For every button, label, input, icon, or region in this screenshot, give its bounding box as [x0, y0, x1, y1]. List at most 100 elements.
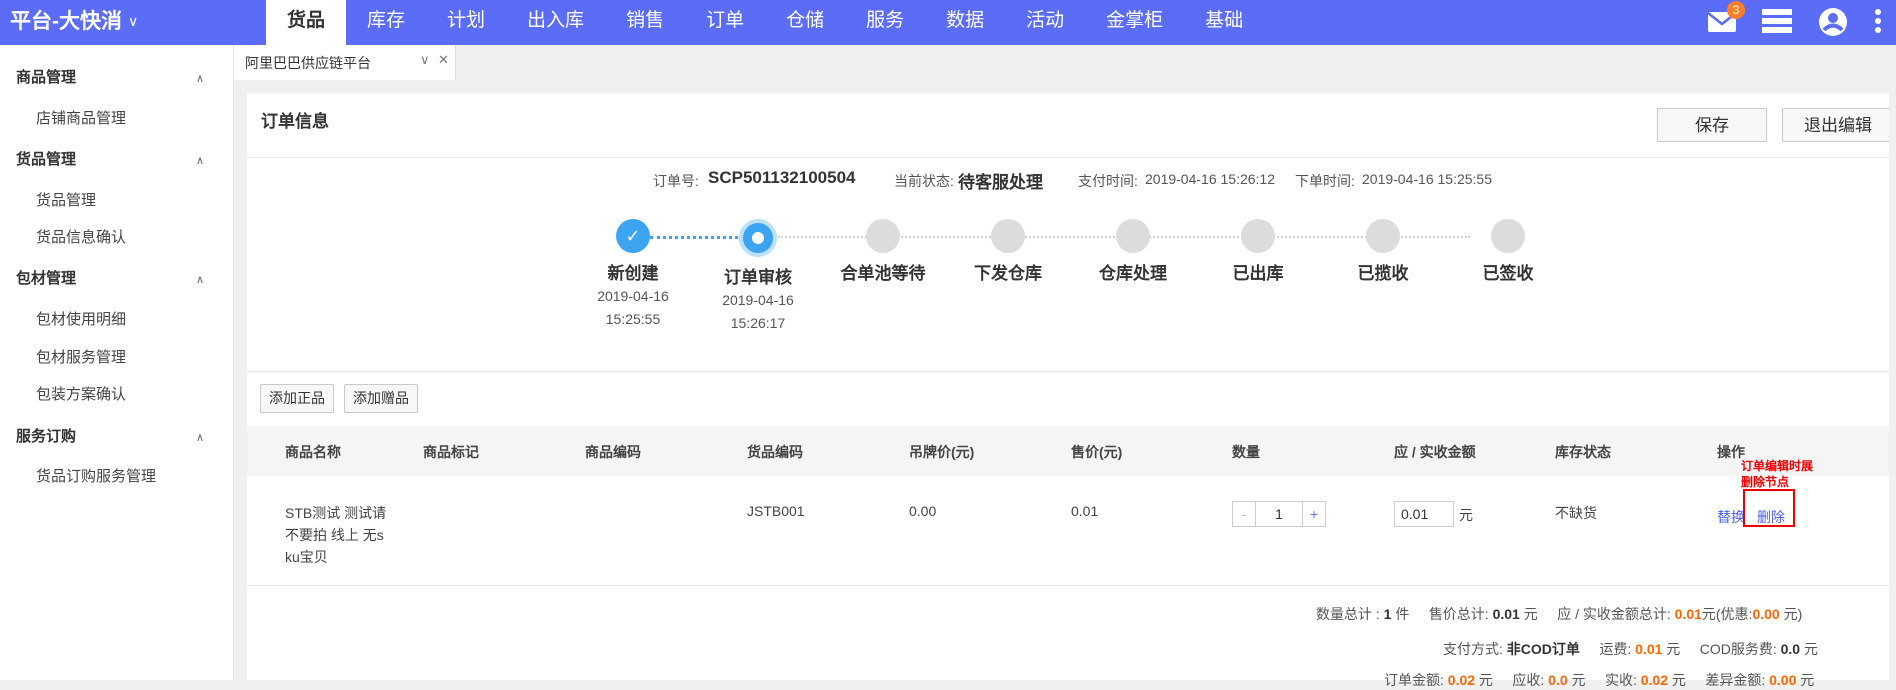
order-amount-value: 0.02: [1447, 672, 1476, 688]
server-list-icon[interactable]: [1761, 8, 1792, 36]
amount-unit: 元: [1459, 507, 1473, 523]
step-label: 合单池等待: [840, 264, 926, 283]
add-normal-item-button[interactable]: 添加正品: [260, 384, 334, 413]
divider: [247, 585, 1889, 586]
sale-total-value: 0.01: [1492, 606, 1520, 622]
amount-input[interactable]: 0.01: [1394, 501, 1454, 527]
cell-price: 0.01: [1071, 503, 1099, 519]
mail-badge: 3: [1727, 1, 1745, 19]
step-created: ✓ 新创建 2019-04-16 15:25:55: [573, 219, 693, 330]
sidebar-group-goods[interactable]: 货品管理 ∧: [16, 148, 204, 169]
nav-item-basic[interactable]: 基础: [1184, 0, 1264, 45]
pending-step-icon: [1241, 219, 1275, 253]
freight-value: 0.01: [1635, 641, 1663, 657]
nav-item-data[interactable]: 数据: [925, 0, 1005, 45]
nav-item-goods[interactable]: 货品: [266, 0, 347, 45]
tab-bar: 阿里巴巴供应链平台 ∨ ✕: [234, 45, 1896, 80]
summary-amounts: 订单金额: 0.02 元 应收: 0.0 元 实收: 0.02 元 差异金额: …: [1384, 670, 1814, 690]
sidebar-item-packaging-plan[interactable]: 包装方案确认: [36, 383, 126, 404]
order-amount-unit: 元: [1478, 672, 1493, 688]
delete-link[interactable]: 删除: [1757, 507, 1785, 527]
status-label: 当前状态:: [894, 173, 954, 189]
replace-link[interactable]: 替换: [1717, 507, 1745, 527]
divider: [247, 157, 1889, 158]
sidebar-item-store-product[interactable]: 店铺商品管理: [36, 107, 126, 128]
sidebar-group-subscription[interactable]: 服务订购 ∧: [16, 425, 204, 446]
step-shipped: 已出库: [1198, 219, 1318, 284]
mail-icon[interactable]: 3: [1707, 1, 1745, 36]
check-icon: ✓: [616, 219, 650, 253]
order-no-label: 订单号:: [653, 173, 699, 189]
qty-total-value: 1: [1383, 606, 1392, 622]
chevron-up-icon: ∧: [195, 432, 204, 444]
user-avatar-icon[interactable]: [1818, 8, 1848, 36]
freight-label: 运费:: [1599, 641, 1632, 657]
quantity-stepper: - 1 +: [1232, 501, 1326, 527]
vertical-scrollbar[interactable]: [1889, 45, 1896, 680]
sidebar-item-packaging-service[interactable]: 包材服务管理: [36, 346, 126, 367]
sidebar-item-goods-manage[interactable]: 货品管理: [36, 189, 96, 210]
tab-title: 阿里巴巴供应链平台: [245, 55, 371, 71]
nav-item-jinzhanggui[interactable]: 金掌柜: [1085, 0, 1184, 45]
nav-item-service[interactable]: 服务: [845, 0, 925, 45]
step-label: 已揽收: [1357, 264, 1409, 283]
step-review: 订单审核 2019-04-16 15:26:17: [698, 219, 818, 334]
annotation-note-line: 订单编辑时展: [1741, 459, 1814, 473]
order-time-label: 下单时间:: [1295, 173, 1355, 189]
divider: [247, 371, 1889, 372]
add-gift-item-button[interactable]: 添加赠品: [344, 384, 418, 413]
step-dispatch: 下发仓库: [948, 219, 1068, 284]
save-button[interactable]: 保存: [1657, 108, 1767, 142]
sidebar-group-packaging[interactable]: 包材管理 ∧: [16, 267, 204, 288]
sidebar-item-goods-subscription[interactable]: 货品订购服务管理: [36, 465, 156, 486]
brand-title: 平台-大快消: [10, 10, 122, 33]
more-vertical-icon[interactable]: [1874, 8, 1884, 36]
current-step-icon: [739, 219, 777, 257]
platform-switcher[interactable]: 平台-大快消 ∨: [10, 8, 138, 37]
quantity-input[interactable]: 1: [1255, 502, 1303, 526]
discount-value: 0.00: [1752, 606, 1780, 622]
nav-item-inventory[interactable]: 库存: [346, 0, 426, 45]
nav-item-plan[interactable]: 计划: [426, 0, 506, 45]
table-header: 商品名称 商品标记 商品编码 货品编码 吊牌价(元) 售价(元) 数量 应 / …: [247, 426, 1889, 476]
cell-product-name-line: ku宝贝: [285, 549, 328, 565]
nav-item-warehouse[interactable]: 仓储: [765, 0, 845, 45]
status-value: 待客服处理: [958, 173, 1043, 192]
nav-item-inout[interactable]: 出入库: [506, 0, 605, 45]
order-time-value: 2019-04-16 15:25:55: [1362, 171, 1492, 187]
chevron-up-icon: ∧: [195, 73, 204, 85]
qty-total-label: 数量总计 :: [1316, 606, 1380, 622]
sidebar-group-product[interactable]: 商品管理 ∧: [16, 66, 204, 87]
cod-fee-label: COD服务费:: [1699, 641, 1777, 657]
pending-step-icon: [1366, 219, 1400, 253]
close-icon[interactable]: ✕: [438, 52, 449, 68]
tab-alibaba-supply-chain[interactable]: 阿里巴巴供应链平台 ∨ ✕: [234, 45, 456, 80]
step-time: 15:26:17: [730, 315, 786, 331]
cell-product-name-line: STB测试 测试请: [285, 505, 387, 521]
sidebar-group-label: 包材管理: [16, 270, 77, 287]
quantity-decrease-button[interactable]: -: [1233, 502, 1255, 526]
freight-unit: 元: [1666, 641, 1681, 657]
quantity-increase-button[interactable]: +: [1303, 502, 1325, 526]
sidebar-item-goods-confirm[interactable]: 货品信息确认: [36, 226, 126, 247]
pay-time-label: 支付时间:: [1078, 173, 1138, 189]
cod-fee-value: 0.0: [1780, 641, 1801, 657]
nav-item-orders[interactable]: 订单: [685, 0, 765, 45]
col-stock-status: 库存状态: [1555, 444, 1611, 460]
chevron-down-icon[interactable]: ∨: [420, 52, 430, 68]
nav-item-activity[interactable]: 活动: [1005, 0, 1085, 45]
pay-time-value: 2019-04-16 15:26:12: [1145, 171, 1275, 187]
nav-item-sales[interactable]: 销售: [605, 0, 685, 45]
step-date: 2019-04-16: [597, 288, 669, 304]
qty-total-unit: 件: [1395, 606, 1410, 622]
diff-amount-value: 0.00: [1769, 672, 1797, 688]
annotation-note-line: 删除节点: [1741, 475, 1790, 489]
col-product-name: 商品名称: [285, 444, 341, 460]
chevron-up-icon: ∧: [195, 274, 204, 286]
top-navbar: 平台-大快消 ∨ 货品 库存 计划 出入库 销售 订单 仓储 服务 数据 活动 金…: [0, 0, 1896, 45]
col-product-code: 商品编码: [585, 444, 641, 460]
step-date: 2019-04-16: [722, 292, 794, 308]
sidebar: 商品管理 ∧ 店铺商品管理 货品管理 ∧ 货品管理 货品信息确认 包材管理 ∧ 包材使…: [0, 45, 234, 680]
exit-edit-button[interactable]: 退出编辑: [1782, 108, 1894, 142]
sidebar-item-packaging-usage[interactable]: 包材使用明细: [36, 308, 126, 329]
